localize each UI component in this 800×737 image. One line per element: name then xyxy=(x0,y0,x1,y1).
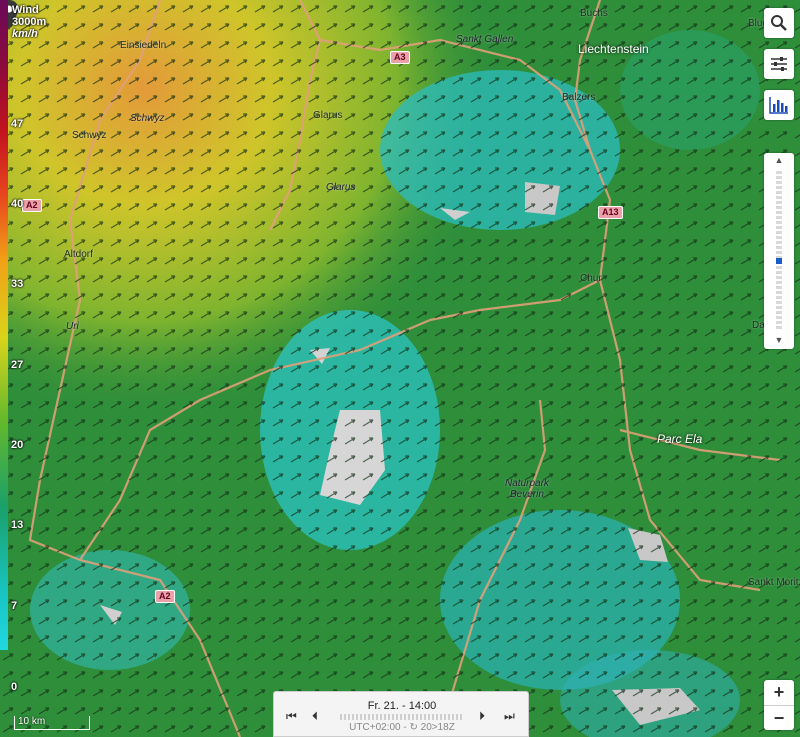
timezone-label: UTC+02:00 - ↻ 20>18Z xyxy=(349,722,455,733)
label-einsiedeln: Einsiedeln xyxy=(120,40,167,51)
scale-bar: 10 km xyxy=(14,716,90,730)
sliders-icon xyxy=(771,57,787,71)
chart-icon xyxy=(769,97,788,114)
label-altdorf: Altdorf xyxy=(64,249,93,260)
label-sankt-moritz: Sankt Moritz xyxy=(748,577,800,588)
legend-tick: 7 xyxy=(11,600,18,612)
settings-button[interactable] xyxy=(764,49,794,79)
terrain-layer xyxy=(0,0,800,737)
label-naturpark-2: Beverin xyxy=(510,489,544,500)
legend-title-name: Wind xyxy=(12,4,39,16)
label-chur: Chur xyxy=(580,273,602,284)
chart-button[interactable] xyxy=(764,90,794,120)
zoom-control: + − xyxy=(764,680,794,730)
label-buchs: Buchs xyxy=(580,8,608,19)
label-parc-ela: Parc Ela xyxy=(657,432,703,446)
label-glarus-region: Glarus xyxy=(326,182,356,193)
label-schwyz-region: Schwyz xyxy=(130,113,165,124)
label-glarus-town: Glarus xyxy=(313,110,343,121)
zoom-out-button[interactable]: − xyxy=(764,706,794,731)
legend-title: Wind 3000m km/h xyxy=(12,4,46,40)
label-sankt-gallen: Sankt Gallen xyxy=(456,34,514,45)
search-button[interactable] xyxy=(764,8,794,38)
label-schwyz-town: Schwyz xyxy=(72,130,107,141)
slider-up-icon[interactable]: ▲ xyxy=(764,155,794,165)
map-toolbar xyxy=(764,8,794,131)
slider-down-icon[interactable]: ▼ xyxy=(764,335,794,345)
road-shield-a3: A3 xyxy=(390,51,410,64)
wind-legend: Wind 3000m km/h 47 40 33 27 20 13 7 0 xyxy=(0,0,46,737)
legend-tick: 0 xyxy=(11,681,18,693)
road-shield-a13: A13 xyxy=(598,206,623,219)
time-display: Fr. 21. - 14:00 xyxy=(367,700,437,712)
road-shield-a2-bottom: A2 xyxy=(155,590,175,603)
legend-tick: 47 xyxy=(11,118,24,130)
label-uri: Uri xyxy=(66,321,79,332)
altitude-slider[interactable]: ▲ ▼ xyxy=(764,153,794,349)
label-naturpark-1: Naturpark xyxy=(505,478,549,489)
label-liechtenstein: Liechtenstein xyxy=(578,42,649,56)
wind-map[interactable]: Einsiedeln Schwyz Schwyz Glarus Glarus A… xyxy=(0,0,800,737)
slider-track[interactable] xyxy=(776,171,782,331)
time-bar: ⏮ ⏴ Fr. 21. - 14:00 ⏵ ⏭ UTC+02:00 - ↻ 20… xyxy=(273,691,529,737)
road-shield-a2-top: A2 xyxy=(22,199,42,212)
legend-tick: 13 xyxy=(11,519,24,531)
legend-tick: 40 xyxy=(11,198,24,210)
timeline-track[interactable] xyxy=(340,714,462,720)
zoom-in-button[interactable]: + xyxy=(764,680,794,706)
legend-tick: 27 xyxy=(11,359,24,371)
legend-altitude: 3000m xyxy=(12,16,47,28)
legend-unit: km/h xyxy=(12,28,38,40)
legend-tick: 33 xyxy=(11,278,24,290)
legend-tick: 20 xyxy=(11,439,24,451)
legend-color-bar xyxy=(0,0,8,650)
slider-knob[interactable] xyxy=(776,258,782,264)
label-balzers: Balzers xyxy=(562,92,596,103)
search-icon xyxy=(771,15,787,31)
